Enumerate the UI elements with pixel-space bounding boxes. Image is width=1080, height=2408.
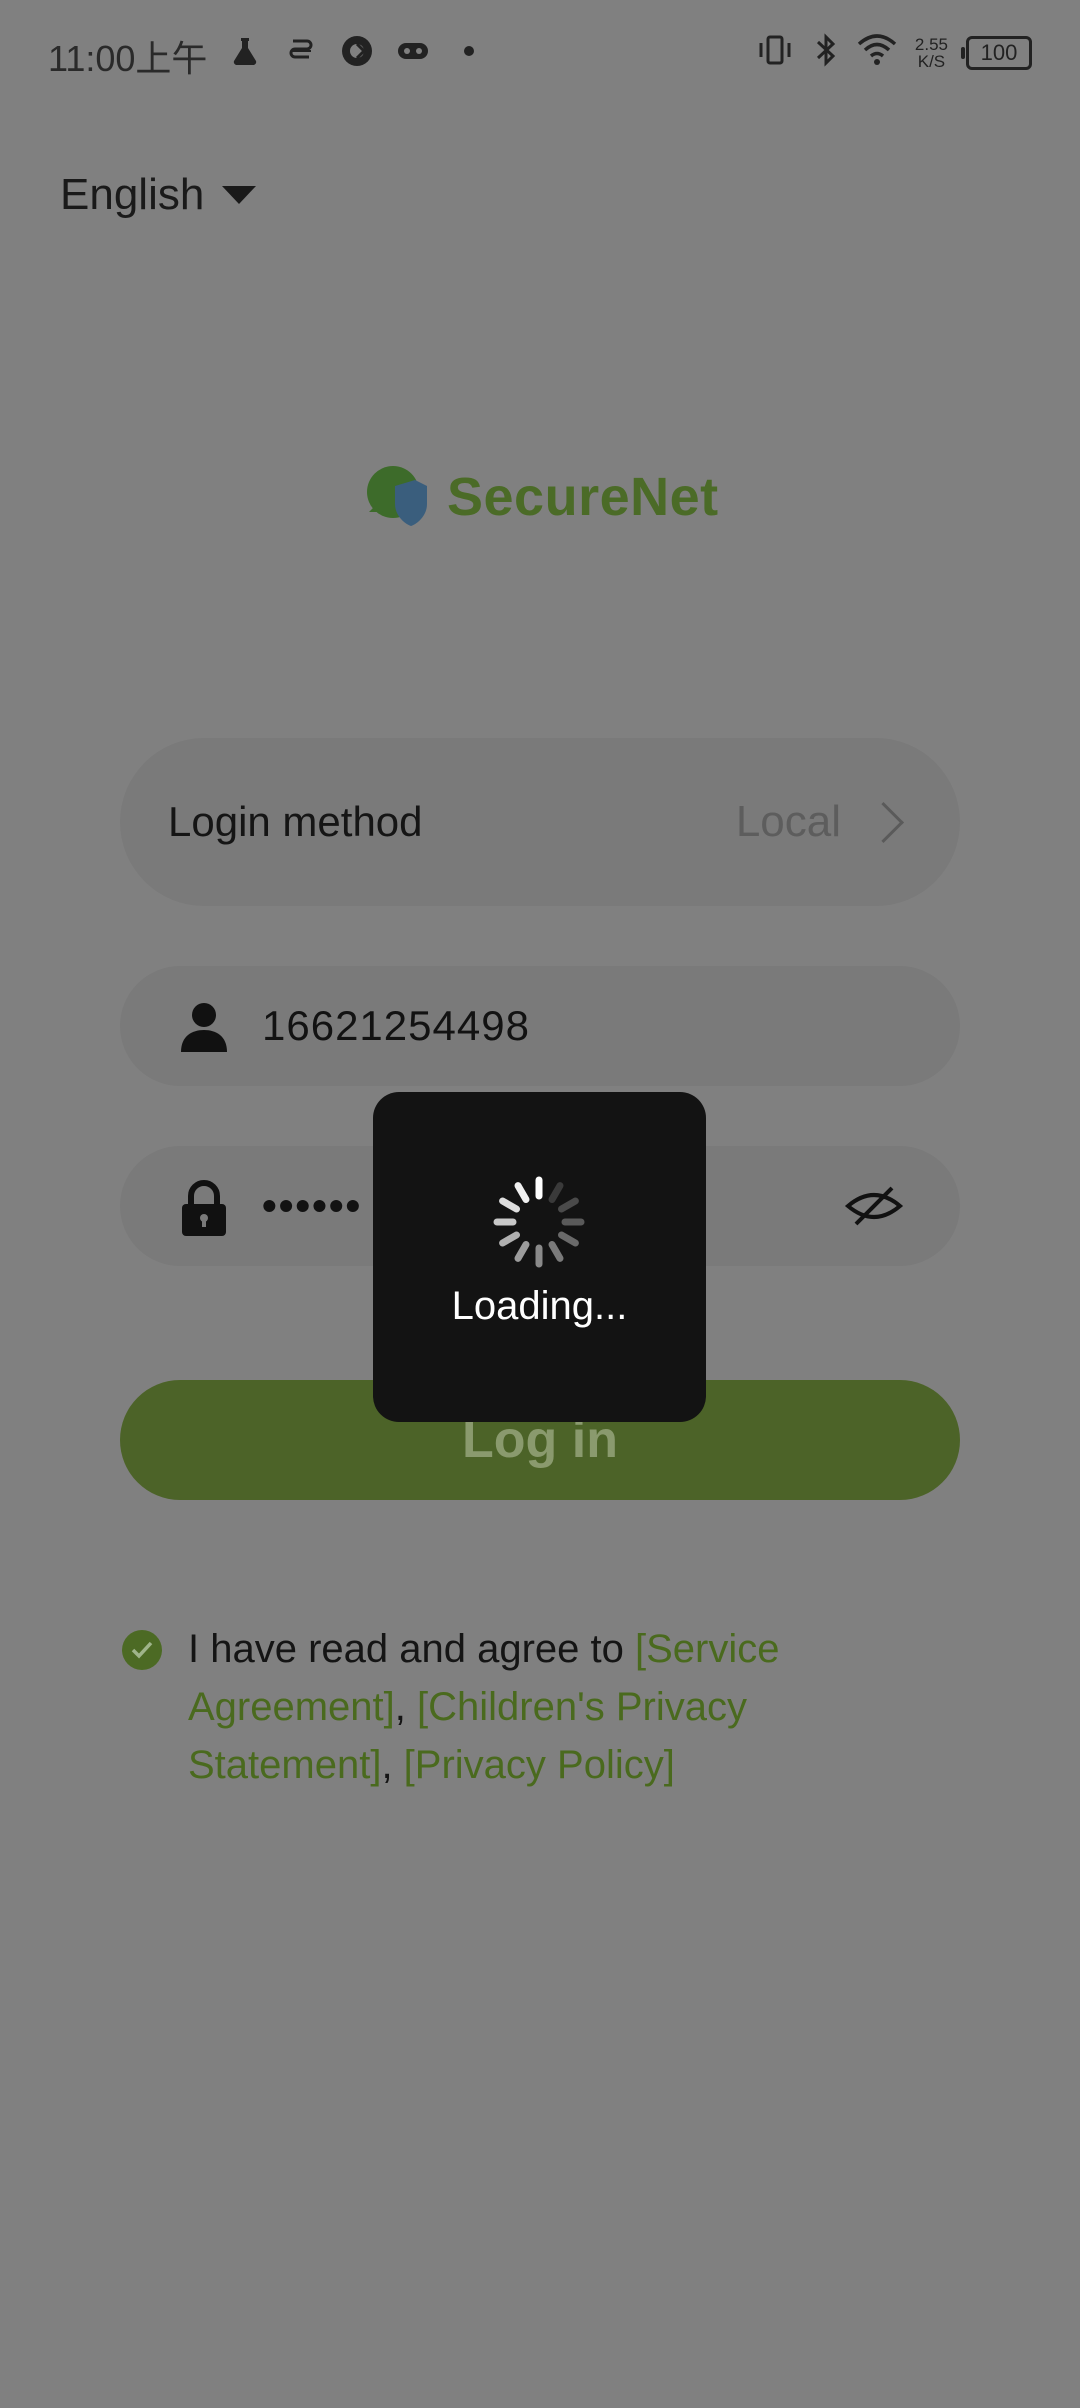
login-method-value: Local	[735, 797, 841, 846]
privacy-policy-link[interactable]: [Privacy Policy]	[404, 1743, 675, 1787]
brand-logo: SecureNet	[365, 466, 719, 528]
net-speed: 2.55 K/S	[914, 34, 948, 71]
eye-off-icon[interactable]	[844, 1184, 904, 1228]
caret-down-icon	[222, 186, 257, 204]
gamepad-icon	[396, 34, 430, 68]
loading-spinner-icon	[493, 1176, 585, 1268]
chat-shield-logo-icon	[365, 466, 429, 528]
swirl-app-icon	[284, 34, 318, 68]
user-icon	[176, 998, 232, 1054]
checkmark-icon	[131, 1641, 153, 1659]
username-value: 16621254498	[262, 1002, 530, 1049]
bluetooth-icon	[813, 32, 839, 73]
agreement-row: I have read and agree to [Service Agreem…	[122, 1620, 842, 1794]
brand-name: SecureNet	[447, 467, 719, 527]
login-method-selector[interactable]: Login method Local	[120, 738, 960, 906]
username-field[interactable]: 16621254498	[120, 966, 960, 1086]
language-label: English	[60, 170, 205, 219]
status-bar: 11:00上午 2.55 K/S 100	[0, 0, 1080, 110]
wifi-icon	[857, 34, 897, 71]
battery-icon: 100	[961, 35, 1032, 70]
loading-text: Loading...	[451, 1284, 628, 1328]
login-method-label: Login method	[168, 798, 423, 845]
camera-app-icon	[340, 34, 374, 68]
chevron-right-icon	[862, 801, 905, 843]
agreement-checkbox[interactable]	[122, 1630, 162, 1670]
vibrate-icon	[755, 33, 795, 72]
status-time: 11:00上午	[48, 38, 208, 79]
agreement-text: I have read and agree to [Service Agreem…	[188, 1627, 780, 1787]
loading-dialog: Loading...	[373, 1092, 706, 1422]
flask-icon	[228, 34, 262, 68]
language-selector[interactable]: English	[60, 170, 257, 220]
lock-icon	[176, 1178, 232, 1236]
dot-icon	[452, 34, 486, 68]
